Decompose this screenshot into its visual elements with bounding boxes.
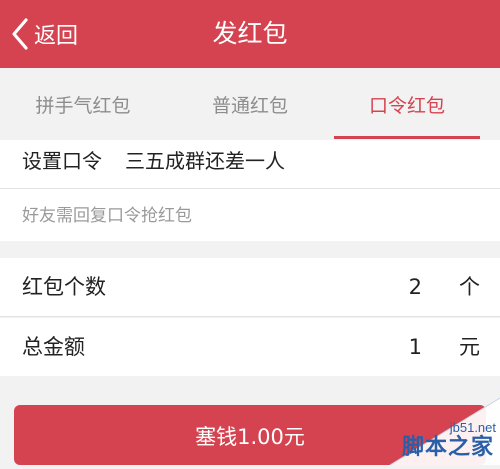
tab-normal-packet[interactable]: 普通红包 bbox=[167, 68, 333, 140]
packet-count-unit: 个 bbox=[459, 275, 480, 299]
hint-row: 好友需回复口令抢红包 bbox=[0, 189, 500, 241]
total-amount-input[interactable]: 1 bbox=[409, 318, 422, 376]
watermark-text: 脚本之家 bbox=[401, 435, 494, 460]
site-watermark: jb51.net 脚本之家 bbox=[360, 390, 500, 465]
app-header: 返回 发红包 bbox=[0, 0, 500, 68]
packet-count-row[interactable]: 红包个数 2 个 bbox=[0, 258, 500, 316]
total-amount-row[interactable]: 总金额 1 元 bbox=[0, 318, 500, 376]
tab-lucky-packet[interactable]: 拼手气红包 bbox=[0, 68, 166, 140]
chevron-left-icon bbox=[12, 18, 28, 50]
password-row[interactable]: 设置口令 三五成群还差一人 bbox=[0, 140, 500, 188]
active-tab-indicator bbox=[334, 136, 480, 139]
tab-password-packet[interactable]: 口令红包 bbox=[324, 68, 490, 140]
password-label: 设置口令 bbox=[22, 149, 102, 173]
red-packet-tabs: 拼手气红包 普通红包 口令红包 bbox=[0, 68, 500, 140]
total-amount-label: 总金额 bbox=[22, 335, 85, 359]
password-hint: 好友需回复口令抢红包 bbox=[22, 206, 192, 226]
packet-count-input[interactable]: 2 bbox=[409, 258, 422, 316]
back-button[interactable]: 返回 bbox=[10, 14, 78, 54]
total-amount-unit: 元 bbox=[459, 335, 480, 359]
divider bbox=[0, 316, 500, 317]
password-input[interactable]: 三五成群还差一人 bbox=[125, 140, 285, 182]
back-label: 返回 bbox=[34, 24, 79, 49]
packet-count-label: 红包个数 bbox=[22, 275, 106, 299]
